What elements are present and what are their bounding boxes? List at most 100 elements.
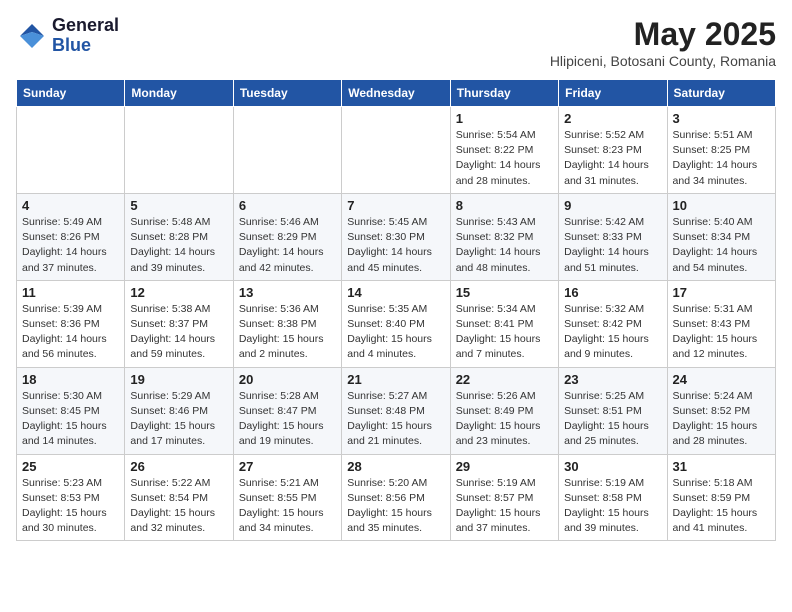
calendar-cell: 2 Sunrise: 5:52 AMSunset: 8:23 PMDaylight… xyxy=(559,107,667,194)
day-number: 24 xyxy=(673,372,770,387)
day-number: 2 xyxy=(564,111,661,126)
day-info: Sunrise: 5:23 AMSunset: 8:53 PMDaylight:… xyxy=(22,476,119,537)
day-info: Sunrise: 5:22 AMSunset: 8:54 PMDaylight:… xyxy=(130,476,227,537)
day-info: Sunrise: 5:26 AMSunset: 8:49 PMDaylight:… xyxy=(456,389,553,450)
calendar-header-cell: Saturday xyxy=(667,80,775,107)
calendar-cell: 19 Sunrise: 5:29 AMSunset: 8:46 PMDayligh… xyxy=(125,367,233,454)
day-number: 29 xyxy=(456,459,553,474)
day-number: 15 xyxy=(456,285,553,300)
day-number: 26 xyxy=(130,459,227,474)
calendar-cell: 30Sunrise: 5:19 AMSunset: 8:58 PMDayligh… xyxy=(559,454,667,541)
calendar-cell xyxy=(342,107,450,194)
calendar-header-cell: Friday xyxy=(559,80,667,107)
day-info: Sunrise: 5:43 AMSunset: 8:32 PMDaylight:… xyxy=(456,215,553,276)
day-info: Sunrise: 5:20 AMSunset: 8:56 PMDaylight:… xyxy=(347,476,444,537)
day-number: 10 xyxy=(673,198,770,213)
day-info: Sunrise: 5:29 AMSunset: 8:46 PMDaylight:… xyxy=(130,389,227,450)
calendar-header-cell: Monday xyxy=(125,80,233,107)
calendar-cell xyxy=(233,107,341,194)
calendar-cell: 21 Sunrise: 5:27 AMSunset: 8:48 PMDayligh… xyxy=(342,367,450,454)
calendar-cell: 22 Sunrise: 5:26 AMSunset: 8:49 PMDayligh… xyxy=(450,367,558,454)
calendar-cell: 6 Sunrise: 5:46 AMSunset: 8:29 PMDaylight… xyxy=(233,193,341,280)
location-subtitle: Hlipiceni, Botosani County, Romania xyxy=(550,53,776,69)
day-info: Sunrise: 5:24 AMSunset: 8:52 PMDaylight:… xyxy=(673,389,770,450)
day-info: Sunrise: 5:48 AMSunset: 8:28 PMDaylight:… xyxy=(130,215,227,276)
day-info: Sunrise: 5:51 AMSunset: 8:25 PMDaylight:… xyxy=(673,128,770,189)
day-info: Sunrise: 5:52 AMSunset: 8:23 PMDaylight:… xyxy=(564,128,661,189)
calendar-cell: 15 Sunrise: 5:34 AMSunset: 8:41 PMDayligh… xyxy=(450,280,558,367)
day-number: 14 xyxy=(347,285,444,300)
day-number: 21 xyxy=(347,372,444,387)
day-info: Sunrise: 5:36 AMSunset: 8:38 PMDaylight:… xyxy=(239,302,336,363)
day-number: 8 xyxy=(456,198,553,213)
day-number: 18 xyxy=(22,372,119,387)
calendar-week-row: 18 Sunrise: 5:30 AMSunset: 8:45 PMDayligh… xyxy=(17,367,776,454)
logo: General Blue xyxy=(16,16,119,56)
calendar-cell: 10 Sunrise: 5:40 AMSunset: 8:34 PMDayligh… xyxy=(667,193,775,280)
day-info: Sunrise: 5:46 AMSunset: 8:29 PMDaylight:… xyxy=(239,215,336,276)
day-info: Sunrise: 5:40 AMSunset: 8:34 PMDaylight:… xyxy=(673,215,770,276)
calendar-header-cell: Sunday xyxy=(17,80,125,107)
day-number: 16 xyxy=(564,285,661,300)
calendar-body: 1Sunrise: 5:54 AMSunset: 8:22 PMDaylight… xyxy=(17,107,776,541)
calendar-cell: 1Sunrise: 5:54 AMSunset: 8:22 PMDaylight… xyxy=(450,107,558,194)
day-info: Sunrise: 5:35 AMSunset: 8:40 PMDaylight:… xyxy=(347,302,444,363)
day-info: Sunrise: 5:19 AMSunset: 8:58 PMDaylight:… xyxy=(564,476,661,537)
calendar-cell: 5Sunrise: 5:48 AMSunset: 8:28 PMDaylight… xyxy=(125,193,233,280)
calendar-cell: 20 Sunrise: 5:28 AMSunset: 8:47 PMDayligh… xyxy=(233,367,341,454)
day-info: Sunrise: 5:34 AMSunset: 8:41 PMDaylight:… xyxy=(456,302,553,363)
day-info: Sunrise: 5:30 AMSunset: 8:45 PMDaylight:… xyxy=(22,389,119,450)
day-number: 17 xyxy=(673,285,770,300)
day-info: Sunrise: 5:25 AMSunset: 8:51 PMDaylight:… xyxy=(564,389,661,450)
calendar-week-row: 11Sunrise: 5:39 AMSunset: 8:36 PMDayligh… xyxy=(17,280,776,367)
day-number: 4 xyxy=(22,198,119,213)
calendar-header-cell: Tuesday xyxy=(233,80,341,107)
day-number: 6 xyxy=(239,198,336,213)
calendar-header-cell: Wednesday xyxy=(342,80,450,107)
day-info: Sunrise: 5:42 AMSunset: 8:33 PMDaylight:… xyxy=(564,215,661,276)
calendar-cell: 8 Sunrise: 5:43 AMSunset: 8:32 PMDaylight… xyxy=(450,193,558,280)
day-number: 1 xyxy=(456,111,553,126)
day-number: 31 xyxy=(673,459,770,474)
calendar-table: SundayMondayTuesdayWednesdayThursdayFrid… xyxy=(16,79,776,541)
calendar-week-row: 25 Sunrise: 5:23 AMSunset: 8:53 PMDayligh… xyxy=(17,454,776,541)
calendar-cell: 14 Sunrise: 5:35 AMSunset: 8:40 PMDayligh… xyxy=(342,280,450,367)
calendar-cell: 4Sunrise: 5:49 AMSunset: 8:26 PMDaylight… xyxy=(17,193,125,280)
calendar-cell: 24 Sunrise: 5:24 AMSunset: 8:52 PMDayligh… xyxy=(667,367,775,454)
calendar-cell: 7Sunrise: 5:45 AMSunset: 8:30 PMDaylight… xyxy=(342,193,450,280)
day-number: 25 xyxy=(22,459,119,474)
calendar-cell: 25 Sunrise: 5:23 AMSunset: 8:53 PMDayligh… xyxy=(17,454,125,541)
calendar-cell: 31 Sunrise: 5:18 AMSunset: 8:59 PMDayligh… xyxy=(667,454,775,541)
calendar-cell: 28 Sunrise: 5:20 AMSunset: 8:56 PMDayligh… xyxy=(342,454,450,541)
calendar-week-row: 1Sunrise: 5:54 AMSunset: 8:22 PMDaylight… xyxy=(17,107,776,194)
day-info: Sunrise: 5:19 AMSunset: 8:57 PMDaylight:… xyxy=(456,476,553,537)
day-info: Sunrise: 5:39 AMSunset: 8:36 PMDaylight:… xyxy=(22,302,119,363)
day-info: Sunrise: 5:38 AMSunset: 8:37 PMDaylight:… xyxy=(130,302,227,363)
day-number: 9 xyxy=(564,198,661,213)
day-number: 20 xyxy=(239,372,336,387)
title-block: May 2025 Hlipiceni, Botosani County, Rom… xyxy=(550,16,776,69)
day-info: Sunrise: 5:27 AMSunset: 8:48 PMDaylight:… xyxy=(347,389,444,450)
day-number: 3 xyxy=(673,111,770,126)
calendar-cell: 11Sunrise: 5:39 AMSunset: 8:36 PMDayligh… xyxy=(17,280,125,367)
day-number: 28 xyxy=(347,459,444,474)
day-number: 22 xyxy=(456,372,553,387)
day-info: Sunrise: 5:18 AMSunset: 8:59 PMDaylight:… xyxy=(673,476,770,537)
calendar-cell: 12 Sunrise: 5:38 AMSunset: 8:37 PMDayligh… xyxy=(125,280,233,367)
calendar-cell: 9 Sunrise: 5:42 AMSunset: 8:33 PMDaylight… xyxy=(559,193,667,280)
calendar-cell: 17Sunrise: 5:31 AMSunset: 8:43 PMDayligh… xyxy=(667,280,775,367)
calendar-cell: 27Sunrise: 5:21 AMSunset: 8:55 PMDayligh… xyxy=(233,454,341,541)
calendar-header-cell: Thursday xyxy=(450,80,558,107)
day-number: 19 xyxy=(130,372,227,387)
calendar-cell: 26 Sunrise: 5:22 AMSunset: 8:54 PMDayligh… xyxy=(125,454,233,541)
calendar-cell: 16Sunrise: 5:32 AMSunset: 8:42 PMDayligh… xyxy=(559,280,667,367)
day-info: Sunrise: 5:28 AMSunset: 8:47 PMDaylight:… xyxy=(239,389,336,450)
page-header: General Blue May 2025 Hlipiceni, Botosan… xyxy=(16,16,776,69)
day-number: 12 xyxy=(130,285,227,300)
calendar-cell: 23Sunrise: 5:25 AMSunset: 8:51 PMDayligh… xyxy=(559,367,667,454)
logo-blue-text: Blue xyxy=(52,36,119,56)
calendar-week-row: 4Sunrise: 5:49 AMSunset: 8:26 PMDaylight… xyxy=(17,193,776,280)
day-info: Sunrise: 5:45 AMSunset: 8:30 PMDaylight:… xyxy=(347,215,444,276)
month-year-title: May 2025 xyxy=(550,16,776,53)
day-info: Sunrise: 5:21 AMSunset: 8:55 PMDaylight:… xyxy=(239,476,336,537)
